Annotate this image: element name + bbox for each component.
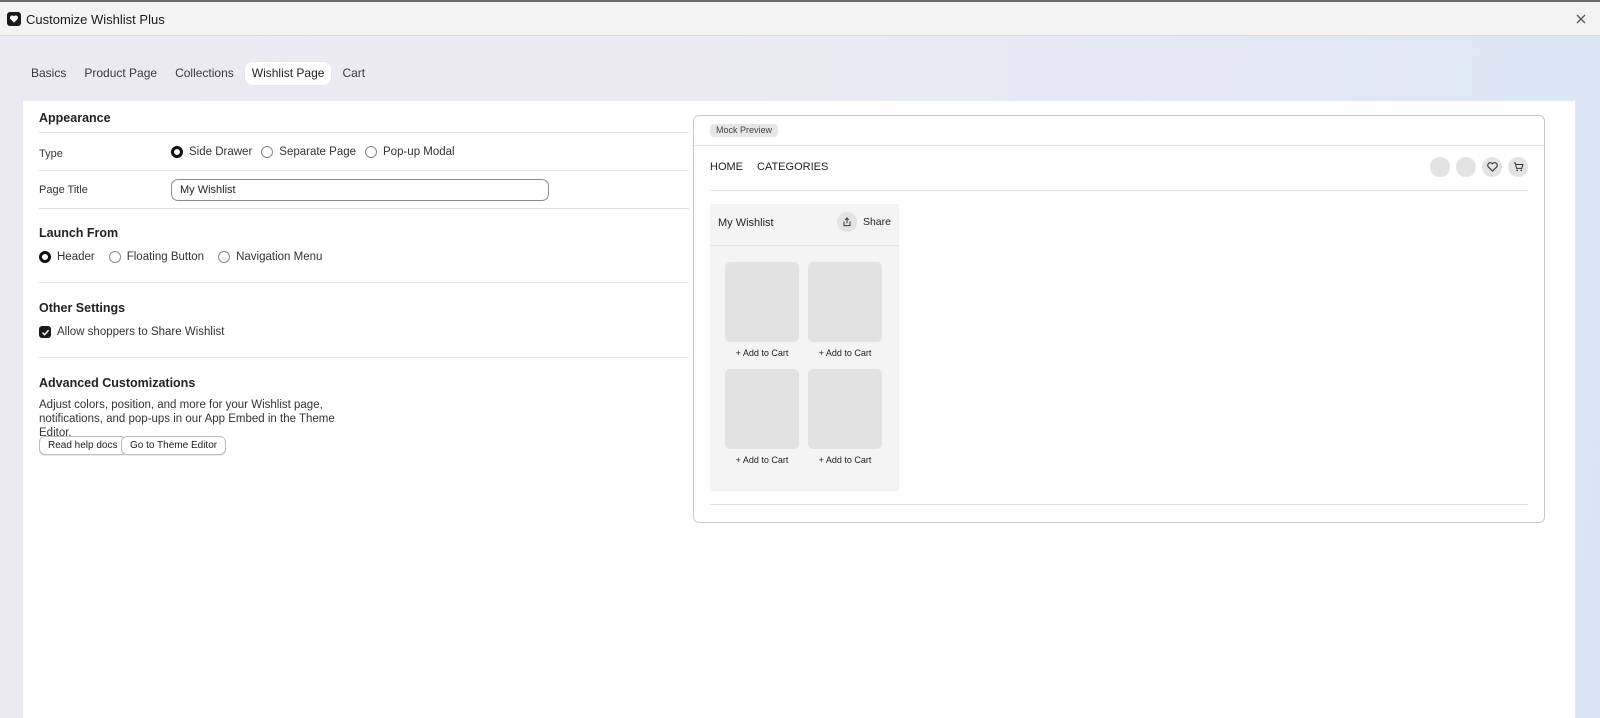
divider <box>710 504 1528 505</box>
radio-label: Side Drawer <box>189 146 253 158</box>
close-icon[interactable] <box>1572 10 1590 28</box>
radio-unchecked[interactable] <box>218 251 231 263</box>
tab-wishlist-page[interactable]: Wishlist Page <box>244 62 332 85</box>
product-image-placeholder <box>725 262 799 342</box>
heart-icon <box>1482 157 1502 177</box>
type-popup-modal-option[interactable]: Pop-up Modal <box>365 146 455 158</box>
share-wishlist-checkbox[interactable] <box>39 326 51 338</box>
launch-navigation-menu-option[interactable]: Navigation Menu <box>218 251 322 263</box>
divider <box>39 208 689 209</box>
divider <box>694 145 1544 146</box>
wishlist-item: + Add to Cart <box>725 262 799 358</box>
add-to-cart-button: + Add to Cart <box>735 348 789 358</box>
radio-label: Floating Button <box>126 251 205 263</box>
radio-label: Pop-up Modal <box>383 146 455 158</box>
app-logo-icon <box>7 12 21 26</box>
wishlist-item: + Add to Cart <box>808 369 882 465</box>
tab-basics[interactable]: Basics <box>24 62 73 85</box>
page-title-input[interactable] <box>171 179 549 201</box>
tab-cart[interactable]: Cart <box>335 62 372 85</box>
wishlist-item: + Add to Cart <box>808 262 882 358</box>
radio-checked[interactable] <box>39 251 51 263</box>
share-icon <box>836 212 857 232</box>
divider <box>710 190 1528 191</box>
other-settings-heading: Other Settings <box>39 301 126 315</box>
product-image-placeholder <box>808 262 882 342</box>
advanced-description: Adjust colors, position, and more for yo… <box>39 399 335 439</box>
divider <box>39 170 689 171</box>
advanced-customizations-heading: Advanced Customizations <box>39 376 196 390</box>
radio-label: Navigation Menu <box>236 251 323 263</box>
add-to-cart-button: + Add to Cart <box>818 348 872 358</box>
divider <box>39 132 689 133</box>
mock-preview-panel: Mock Preview HOME CATEGORIES My Wishlist <box>693 115 1545 523</box>
title-bar: Customize Wishlist Plus <box>0 2 1600 36</box>
radio-unchecked[interactable] <box>261 146 274 158</box>
divider <box>710 245 899 246</box>
radio-label: Header <box>57 251 95 263</box>
preview-nav-home: HOME <box>710 161 743 173</box>
launch-header-option[interactable]: Header <box>39 251 95 263</box>
preview-nav-categories: CATEGORIES <box>757 161 829 173</box>
product-image-placeholder <box>808 369 882 449</box>
tab-collections[interactable]: Collections <box>168 62 241 85</box>
type-radio-group: Side Drawer Separate Page Pop-up Modal <box>171 146 464 158</box>
radio-checked[interactable] <box>171 146 183 158</box>
launch-from-heading: Launch From <box>39 226 119 240</box>
product-image-placeholder <box>725 369 799 449</box>
type-label: Type <box>39 148 63 160</box>
share-label: Share <box>862 216 891 228</box>
mock-preview-badge: Mock Preview <box>710 124 779 137</box>
account-icon <box>1430 157 1450 177</box>
tab-bar: Basics Product Page Collections Wishlist… <box>24 62 372 85</box>
add-to-cart-button: + Add to Cart <box>735 455 789 465</box>
add-to-cart-button: + Add to Cart <box>818 455 872 465</box>
go-to-theme-editor-button[interactable]: Go to Theme Editor <box>121 436 227 455</box>
radio-unchecked[interactable] <box>365 146 378 158</box>
type-side-drawer-option[interactable]: Side Drawer <box>171 146 252 158</box>
cart-icon <box>1508 157 1528 177</box>
share-button: Share <box>836 212 891 232</box>
preview-header-icons <box>1430 157 1528 177</box>
appearance-heading: Appearance <box>39 111 111 125</box>
read-help-docs-button[interactable]: Read help docs <box>39 436 127 455</box>
share-wishlist-checkbox-row[interactable]: Allow shoppers to Share Wishlist <box>39 326 224 338</box>
search-icon <box>1456 157 1476 177</box>
radio-unchecked[interactable] <box>108 251 121 263</box>
divider <box>39 282 689 283</box>
tab-product-page[interactable]: Product Page <box>77 62 164 85</box>
wishlist-drawer-preview: My Wishlist Share + Add to Cart + Add to… <box>710 204 899 491</box>
page-title-label: Page Title <box>39 184 88 196</box>
launch-radio-group: Header Floating Button Navigation Menu <box>39 251 331 263</box>
wishlist-item: + Add to Cart <box>725 369 799 465</box>
drawer-title: My Wishlist <box>718 217 774 229</box>
divider <box>39 357 689 358</box>
preview-nav: HOME CATEGORIES <box>710 161 828 173</box>
radio-label: Separate Page <box>279 146 357 158</box>
settings-card: Appearance Type Side Drawer Separate Pag… <box>23 101 1575 718</box>
window-title: Customize Wishlist Plus <box>26 12 165 27</box>
launch-floating-button-option[interactable]: Floating Button <box>108 251 205 263</box>
share-wishlist-label: Allow shoppers to Share Wishlist <box>57 326 225 338</box>
type-separate-page-option[interactable]: Separate Page <box>261 146 356 158</box>
